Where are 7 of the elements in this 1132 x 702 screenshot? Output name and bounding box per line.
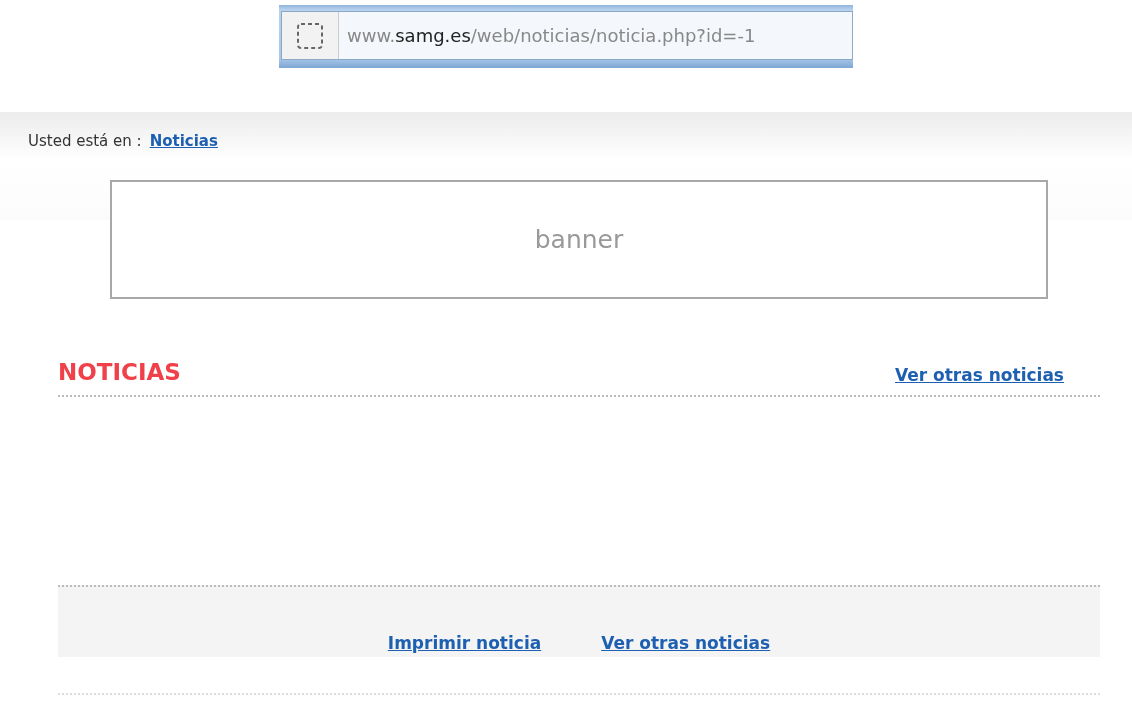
section-title: NOTICIAS [58,359,181,385]
banner: banner [110,180,1048,299]
breadcrumb-label: Usted está en : [28,132,142,150]
footer-link[interactable]: Ver otras noticias [601,633,771,653]
breadcrumb-link[interactable]: Noticias [149,132,218,150]
footer-link[interactable]: Imprimir noticia [387,633,542,653]
other-news-link[interactable]: Ver otras noticias [895,365,1064,385]
